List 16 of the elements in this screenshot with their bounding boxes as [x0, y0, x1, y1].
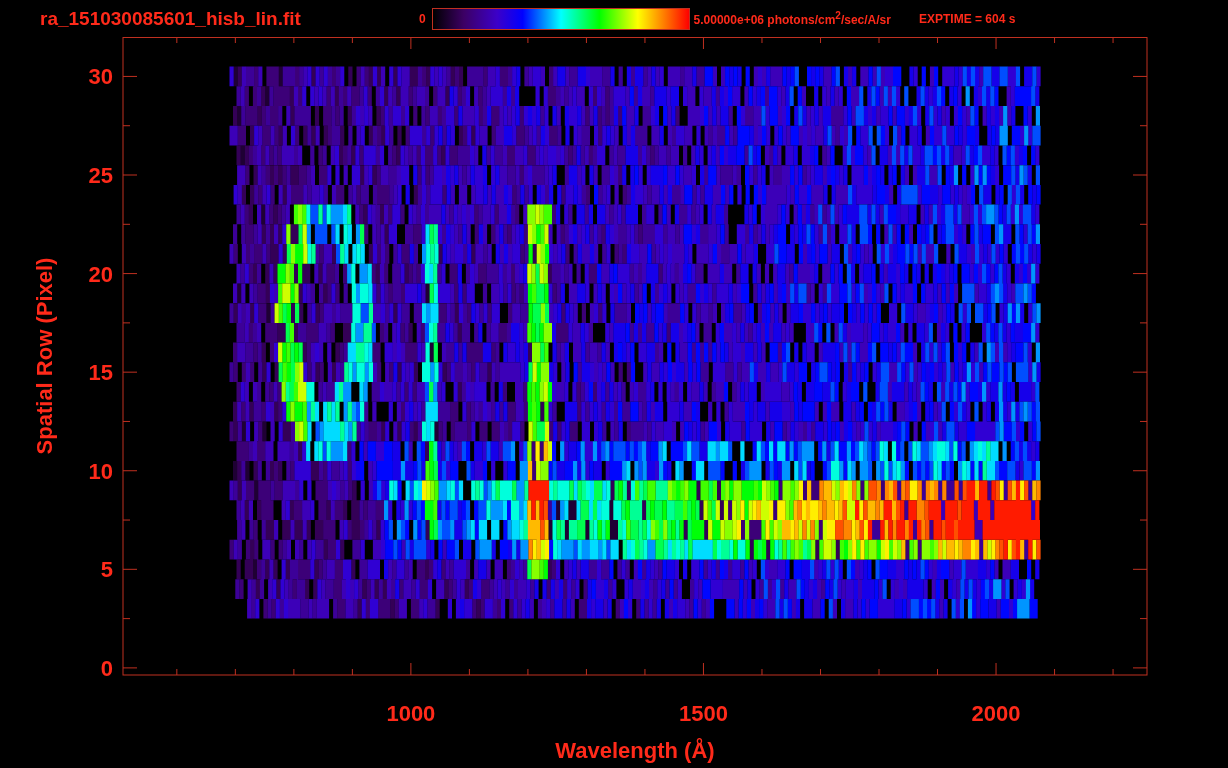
y-tick-label: 30	[88, 64, 113, 90]
y-axis-title: Spatial Row (Pixel)	[32, 257, 57, 455]
x-axis-title: Wavelength (Å)	[555, 738, 715, 763]
plot-title: ra_151030085601_hisb_lin.fit	[40, 7, 301, 30]
exposure-time: EXPTIME = 604 s	[918, 11, 1016, 26]
x-tick-label: 2000	[971, 701, 1021, 726]
y-tick-label: 25	[88, 163, 113, 188]
x-tick-label: 1000	[386, 701, 436, 726]
y-tick-label: 5	[100, 557, 113, 583]
y-tick-label: 10	[88, 458, 113, 484]
x-tick-label: 1500	[679, 701, 728, 726]
y-tick-label: 20	[88, 261, 113, 287]
colorbar-max-label: 5.00000e+06 photons/cm$^{2}$/sec/A/sr	[693, 10, 891, 27]
y-tick-label: 0	[100, 655, 113, 681]
y-tick-label: 15	[88, 360, 113, 386]
colorbar-min-label: 0	[418, 11, 426, 26]
